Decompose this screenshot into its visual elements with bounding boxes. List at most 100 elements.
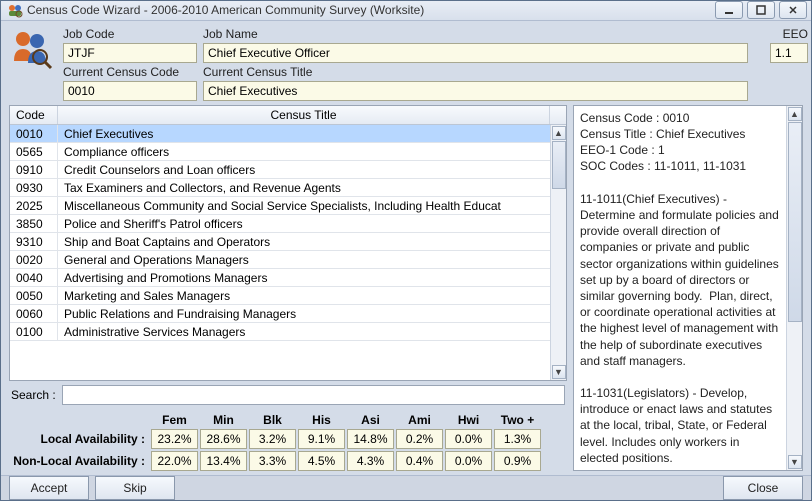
table-row[interactable]: 0100Administrative Services Managers — [10, 323, 550, 341]
table-row[interactable]: 0910Credit Counselors and Loan officers — [10, 161, 550, 179]
table-row[interactable]: 0050Marketing and Sales Managers — [10, 287, 550, 305]
availability-cell: 23.2% — [151, 429, 198, 449]
availability-col-header: Blk — [249, 413, 296, 427]
col-header-code[interactable]: Code — [10, 106, 58, 124]
col-header-title[interactable]: Census Title — [58, 106, 550, 124]
current-census-code-field: 0010 — [63, 81, 197, 101]
census-table-body: 0010Chief Executives0565Compliance offic… — [10, 125, 550, 380]
table-row[interactable]: 0565Compliance officers — [10, 143, 550, 161]
cell-title: Compliance officers — [58, 143, 550, 160]
app-window: Census Code Wizard - 2006-2010 American … — [0, 0, 812, 501]
search-input[interactable] — [62, 385, 565, 405]
table-row[interactable]: 0060Public Relations and Fundraising Man… — [10, 305, 550, 323]
description-text: Census Code : 0010 Census Title : Chief … — [574, 106, 786, 470]
bottom-bar: Accept Skip Close — [1, 475, 811, 500]
availability-row-label: Non-Local Availability : — [9, 454, 149, 468]
maximize-button[interactable] — [747, 1, 775, 19]
cell-title: Marketing and Sales Managers — [58, 287, 550, 304]
job-code-label: Job Code — [63, 27, 197, 41]
cell-title: General and Operations Managers — [58, 251, 550, 268]
skip-button[interactable]: Skip — [95, 476, 175, 500]
scroll-track[interactable] — [552, 141, 566, 364]
close-window-button[interactable] — [779, 1, 807, 19]
table-row[interactable]: 0040Advertising and Promotions Managers — [10, 269, 550, 287]
current-census-title-field: Chief Executives — [203, 81, 748, 101]
col-header-scroll — [550, 106, 566, 124]
census-table: Code Census Title 0010Chief Executives05… — [9, 105, 567, 381]
table-row[interactable]: 0930Tax Examiners and Collectors, and Re… — [10, 179, 550, 197]
availability-col-header: Hwi — [445, 413, 492, 427]
current-census-code-label: Current Census Code — [63, 65, 197, 79]
availability-cell: 0.2% — [396, 429, 443, 449]
table-row[interactable]: 9310Ship and Boat Captains and Operators — [10, 233, 550, 251]
cell-title: Ship and Boat Captains and Operators — [58, 233, 550, 250]
availability-cell: 1.3% — [494, 429, 541, 449]
cell-code: 0040 — [10, 269, 58, 286]
cell-code: 0100 — [10, 323, 58, 340]
job-form: Job Code Job Name EEO JTJF Chief Executi… — [9, 27, 803, 101]
minimize-button[interactable] — [715, 1, 743, 19]
cell-code: 0565 — [10, 143, 58, 160]
table-row[interactable]: 0020General and Operations Managers — [10, 251, 550, 269]
availability-cell: 0.4% — [396, 451, 443, 471]
scroll-track[interactable] — [788, 122, 802, 454]
scrollbar-vertical-desc[interactable]: ▲ ▼ — [786, 106, 802, 470]
availability-cell: 4.3% — [347, 451, 394, 471]
availability-cell: 28.6% — [200, 429, 247, 449]
scroll-down-icon[interactable]: ▼ — [788, 455, 802, 469]
app-icon — [7, 2, 23, 18]
scrollbar-vertical[interactable]: ▲ ▼ — [550, 125, 566, 380]
scroll-thumb[interactable] — [788, 122, 802, 322]
job-name-field: Chief Executive Officer — [203, 43, 748, 63]
availability-col-header: Ami — [396, 413, 443, 427]
availability-cell: 0.0% — [445, 429, 492, 449]
window-title: Census Code Wizard - 2006-2010 American … — [27, 3, 715, 17]
scroll-up-icon[interactable]: ▲ — [788, 107, 802, 121]
eeo-label: EEO — [783, 27, 808, 41]
cell-title: Administrative Services Managers — [58, 323, 550, 340]
table-row[interactable]: 3850Police and Sheriff's Patrol officers — [10, 215, 550, 233]
availability-cell: 22.0% — [151, 451, 198, 471]
cell-code: 0910 — [10, 161, 58, 178]
cell-code: 0010 — [10, 125, 58, 142]
availability-cell: 3.2% — [249, 429, 296, 449]
cell-title: Chief Executives — [58, 125, 550, 142]
availability-grid: FemMinBlkHisAsiAmiHwiTwo +Local Availabi… — [9, 413, 567, 471]
availability-cell: 13.4% — [200, 451, 247, 471]
cell-title: Tax Examiners and Collectors, and Revenu… — [58, 179, 550, 196]
titlebar: Census Code Wizard - 2006-2010 American … — [1, 1, 811, 21]
cell-code: 0930 — [10, 179, 58, 196]
scroll-thumb[interactable] — [552, 141, 566, 189]
table-row[interactable]: 2025Miscellaneous Community and Social S… — [10, 197, 550, 215]
availability-cell: 0.0% — [445, 451, 492, 471]
cell-code: 0050 — [10, 287, 58, 304]
cell-code: 9310 — [10, 233, 58, 250]
availability-cell: 0.9% — [494, 451, 541, 471]
current-census-title-label: Current Census Title — [203, 65, 748, 79]
availability-cell: 14.8% — [347, 429, 394, 449]
availability-row-label: Local Availability : — [9, 432, 149, 446]
job-name-label: Job Name — [203, 27, 748, 41]
cell-code: 0060 — [10, 305, 58, 322]
availability-col-header: Two + — [494, 413, 541, 427]
close-button[interactable]: Close — [723, 476, 803, 500]
cell-title: Public Relations and Fundraising Manager… — [58, 305, 550, 322]
scroll-down-icon[interactable]: ▼ — [552, 365, 566, 379]
scroll-up-icon[interactable]: ▲ — [552, 126, 566, 140]
accept-button[interactable]: Accept — [9, 476, 89, 500]
availability-cell: 9.1% — [298, 429, 345, 449]
cell-code: 3850 — [10, 215, 58, 232]
search-label: Search : — [11, 388, 56, 402]
cell-code: 2025 — [10, 197, 58, 214]
job-code-field: JTJF — [63, 43, 197, 63]
availability-col-header: Fem — [151, 413, 198, 427]
table-row[interactable]: 0010Chief Executives — [10, 125, 550, 143]
availability-col-header: Min — [200, 413, 247, 427]
content-area: Job Code Job Name EEO JTJF Chief Executi… — [1, 21, 811, 475]
availability-cell: 3.3% — [249, 451, 296, 471]
people-search-icon — [9, 27, 57, 71]
cell-title: Advertising and Promotions Managers — [58, 269, 550, 286]
cell-title: Miscellaneous Community and Social Servi… — [58, 197, 550, 214]
availability-cell: 4.5% — [298, 451, 345, 471]
cell-code: 0020 — [10, 251, 58, 268]
